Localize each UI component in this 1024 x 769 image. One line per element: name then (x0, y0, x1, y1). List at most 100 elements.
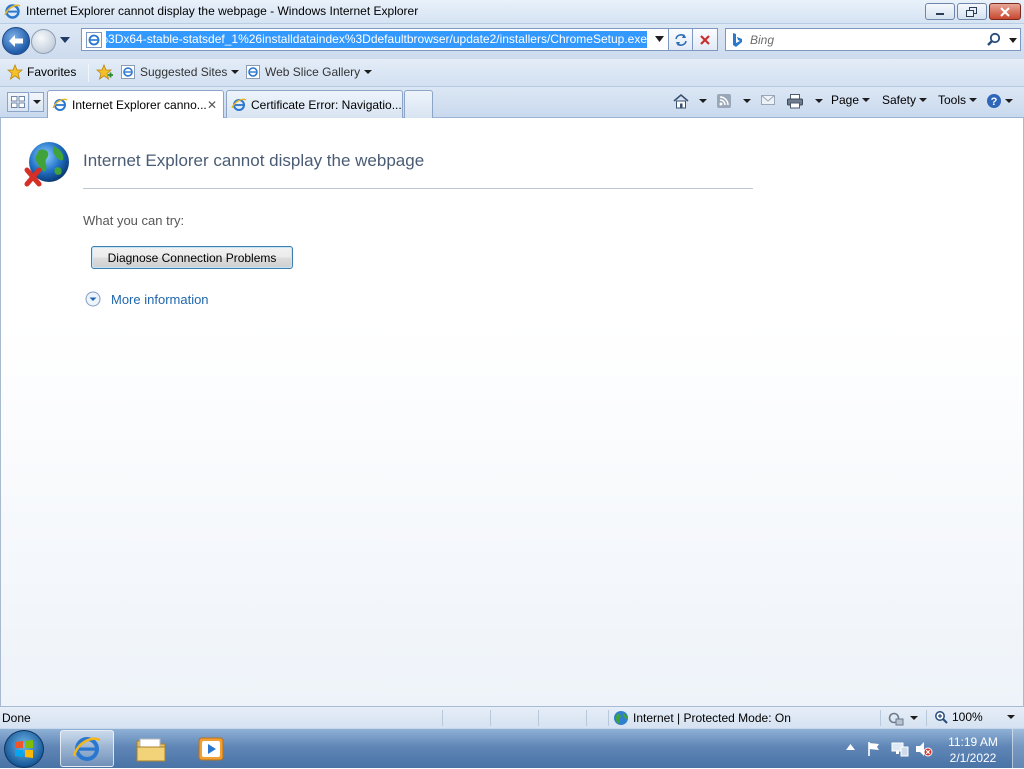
restore-button[interactable] (957, 3, 987, 20)
status-divider (538, 710, 539, 726)
volume-muted-icon[interactable] (915, 741, 933, 757)
chevron-down-icon (969, 98, 978, 102)
restore-icon (966, 6, 977, 17)
tab-list-button[interactable] (30, 92, 44, 112)
chevron-down-icon (1006, 715, 1015, 719)
windows-logo-icon (15, 740, 33, 758)
minimize-button[interactable] (925, 3, 955, 20)
tools-menu-button[interactable]: Tools (938, 93, 978, 107)
action-center-flag-icon[interactable] (866, 741, 882, 757)
chevron-down-icon (1005, 99, 1013, 103)
tab-label: Certificate Error: Navigatio... (251, 97, 402, 112)
chevron-down-icon (32, 100, 41, 104)
network-icon[interactable] (891, 741, 909, 757)
show-hidden-icons-icon[interactable] (846, 744, 855, 750)
page-menu-label: Page (831, 93, 860, 107)
close-tab-icon[interactable]: ✕ (207, 98, 217, 112)
quick-tabs-button[interactable] (7, 92, 29, 112)
more-information-toggle[interactable]: More information (85, 291, 209, 307)
start-button[interactable] (4, 730, 44, 768)
status-text: Done (2, 711, 31, 725)
home-button[interactable] (672, 93, 707, 109)
favorites-button[interactable]: Favorites (7, 64, 76, 80)
ie-page-icon (121, 65, 135, 79)
tab-certificate-error[interactable]: Certificate Error: Navigatio... (226, 90, 403, 118)
protected-mode-icon (888, 712, 904, 726)
suggested-sites-label: Suggested Sites (140, 65, 228, 79)
search-icon[interactable] (986, 32, 1002, 48)
status-divider (442, 710, 443, 726)
status-bar: Done Internet | Protected Mode: On 100% (0, 706, 1024, 728)
address-dropdown-icon[interactable] (655, 36, 664, 42)
title-divider (83, 188, 753, 189)
security-zone[interactable]: Internet | Protected Mode: On (613, 710, 791, 726)
chevron-down-icon (919, 98, 928, 102)
show-desktop-button[interactable] (1012, 729, 1024, 769)
address-url-text[interactable]: b%3Dx64-stable-statsdef_1%26installdatai… (106, 31, 647, 48)
taskbar-media-player[interactable] (184, 730, 238, 767)
more-information-label: More information (111, 291, 209, 307)
internet-zone-globe-icon (614, 711, 628, 725)
security-zone-text: Internet | Protected Mode: On (633, 711, 791, 725)
what-you-can-try-label: What you can try: (83, 213, 185, 228)
stop-button[interactable] (693, 28, 718, 51)
page-menu-button[interactable]: Page (831, 93, 871, 107)
status-divider (880, 710, 881, 726)
recent-pages-dropdown-icon[interactable] (60, 37, 70, 43)
folder-icon (136, 738, 166, 761)
quick-tabs-grid-icon (11, 96, 25, 108)
window-title: Internet Explorer cannot display the web… (26, 4, 419, 18)
page-content: Internet Explorer cannot display the web… (0, 118, 1024, 706)
safety-menu-button[interactable]: Safety (882, 93, 928, 107)
popup-blocker-button[interactable] (888, 710, 918, 726)
read-mail-button[interactable] (760, 93, 776, 107)
tab-error-page[interactable]: Internet Explorer canno... ✕ (47, 90, 224, 118)
svg-text:?: ? (991, 96, 998, 108)
title-bar: Internet Explorer cannot display the web… (0, 0, 1024, 24)
ie-tab-icon (231, 98, 247, 111)
chevron-down-icon (862, 98, 871, 102)
favorites-bar: Favorites Suggested Sites Web Slice Gall… (0, 59, 1024, 87)
feeds-button[interactable] (716, 93, 751, 109)
address-bar[interactable]: b%3Dx64-stable-statsdef_1%26installdatai… (81, 28, 669, 51)
refresh-button[interactable] (669, 28, 693, 51)
mail-icon (761, 95, 775, 105)
status-divider (926, 710, 927, 726)
system-clock[interactable]: 11:19 AM 2/1/2022 (942, 734, 1004, 766)
minimize-icon (936, 12, 944, 15)
web-slice-gallery-link[interactable]: Web Slice Gallery (245, 64, 373, 80)
print-button[interactable] (786, 93, 823, 109)
tab-label: Internet Explorer canno... (72, 97, 207, 112)
tab-bar: Internet Explorer canno... ✕ Certificate… (0, 87, 1024, 118)
forward-button[interactable] (31, 29, 56, 54)
zoom-level-text: 100% (952, 710, 983, 724)
star-icon (7, 64, 23, 80)
search-placeholder: Bing (750, 33, 775, 47)
chevron-down-icon (231, 70, 240, 74)
favorites-separator (88, 64, 89, 82)
safety-menu-label: Safety (882, 93, 917, 107)
help-button[interactable]: ? (986, 93, 1013, 109)
taskbar-windows-explorer[interactable] (124, 730, 178, 767)
error-title: Internet Explorer cannot display the web… (83, 151, 425, 170)
close-icon (1000, 6, 1010, 17)
clock-date: 2/1/2022 (949, 751, 997, 765)
zoom-level-button[interactable]: 100% (934, 710, 1015, 724)
close-window-button[interactable] (989, 3, 1021, 20)
bing-icon (733, 33, 742, 47)
suggested-sites-link[interactable]: Suggested Sites (120, 64, 240, 80)
back-button[interactable] (2, 27, 30, 55)
taskbar-internet-explorer[interactable] (60, 730, 114, 767)
expand-chevron-icon (85, 291, 101, 307)
diagnose-connection-problems-button[interactable]: Diagnose Connection Problems (91, 246, 293, 269)
search-options-dropdown-icon[interactable] (1009, 38, 1017, 43)
add-favorite-star-icon (96, 64, 113, 80)
new-tab-button[interactable] (404, 90, 433, 118)
chevron-down-icon (699, 99, 707, 103)
printer-icon (787, 94, 803, 109)
chevron-down-icon (743, 99, 751, 103)
chevron-down-icon (815, 99, 823, 103)
add-to-favorites-bar-button[interactable] (96, 64, 114, 80)
globe-error-icon (24, 142, 69, 187)
search-box[interactable]: Bing (725, 28, 1021, 51)
